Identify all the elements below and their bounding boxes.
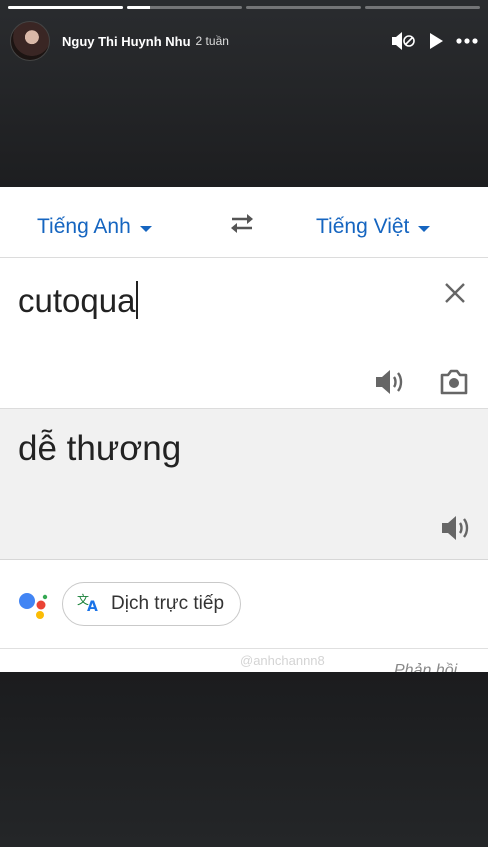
- translate-screenshot: Tiếng Anh Tiếng Việt cutoqua dễ thương 文…: [0, 187, 488, 672]
- google-assistant-icon[interactable]: [18, 590, 52, 620]
- progress-segment: [8, 6, 123, 9]
- text-cursor: [136, 281, 139, 320]
- bottom-strip: @anhchannn8 Phản hồi: [0, 649, 488, 672]
- svg-text:A: A: [87, 599, 98, 613]
- user-name[interactable]: Nguy Thi Huynh Nhu: [62, 34, 191, 49]
- camera-icon[interactable]: [439, 368, 469, 401]
- translated-text: dễ thương: [18, 429, 182, 468]
- progress-segment: [246, 6, 361, 9]
- speaker-icon[interactable]: [374, 368, 404, 401]
- target-language-select[interactable]: Tiếng Việt: [316, 215, 431, 239]
- output-area: dễ thương: [0, 409, 488, 560]
- progress-segment: [365, 6, 480, 9]
- input-area[interactable]: cutoqua: [0, 258, 488, 409]
- translate-icon: 文 A: [77, 591, 101, 618]
- progress-segment: [127, 6, 242, 9]
- close-icon[interactable]: [444, 282, 466, 309]
- mute-icon[interactable]: [390, 30, 416, 52]
- caret-down-icon: [139, 226, 152, 232]
- play-icon[interactable]: [428, 32, 444, 50]
- avatar[interactable]: [10, 21, 50, 61]
- story-progress-bar: [8, 6, 480, 9]
- more-icon[interactable]: [456, 38, 478, 44]
- source-text-input[interactable]: cutoqua: [18, 281, 139, 320]
- live-translate-label: Dịch trực tiếp: [111, 593, 225, 614]
- language-bar: Tiếng Anh Tiếng Việt: [0, 187, 488, 258]
- story-background-bottom: [0, 672, 488, 847]
- story-controls: [390, 30, 478, 52]
- live-translate-button[interactable]: 文 A Dịch trực tiếp: [62, 582, 242, 626]
- source-text: cutoqua: [18, 282, 136, 319]
- time-ago: 2 tuần: [195, 34, 229, 48]
- feedback-link[interactable]: Phản hồi: [394, 662, 457, 672]
- speaker-icon[interactable]: [440, 514, 470, 547]
- watermark: @anhchannn8: [240, 653, 325, 668]
- source-language-label: Tiếng Anh: [37, 215, 131, 238]
- story-header: Nguy Thi Huynh Nhu 2 tuần: [10, 21, 478, 61]
- target-language-label: Tiếng Việt: [316, 215, 410, 238]
- caret-down-icon: [418, 226, 431, 232]
- source-language-select[interactable]: Tiếng Anh: [37, 215, 152, 239]
- live-translate-row: 文 A Dịch trực tiếp: [0, 560, 488, 649]
- swap-languages-icon[interactable]: [228, 212, 256, 239]
